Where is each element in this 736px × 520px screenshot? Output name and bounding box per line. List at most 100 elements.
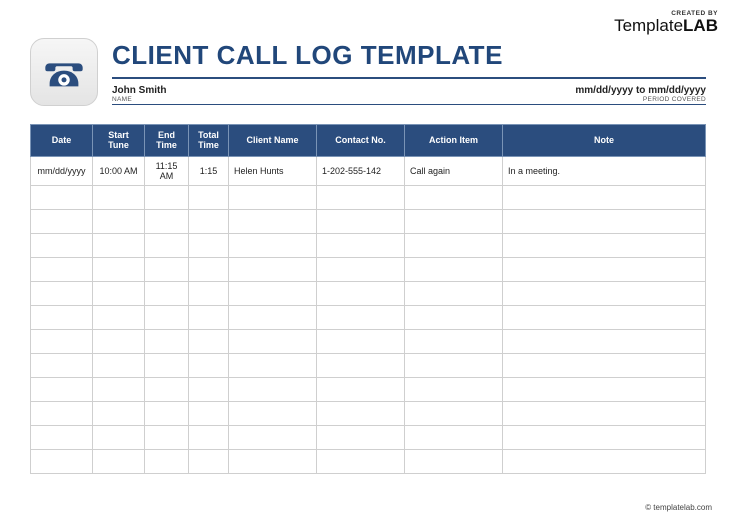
cell-note	[503, 233, 706, 257]
cell-action	[405, 377, 503, 401]
cell-action	[405, 449, 503, 473]
brand-logo: TemplateLAB	[614, 17, 718, 34]
cell-end	[145, 185, 189, 209]
meta-period-value: mm/dd/yyyy to mm/dd/yyyy	[575, 85, 706, 96]
cell-note	[503, 377, 706, 401]
cell-contact	[317, 209, 405, 233]
table-row: mm/dd/yyyy10:00 AM11:15 AM1:15Helen Hunt…	[31, 156, 706, 185]
cell-date	[31, 377, 93, 401]
cell-client	[229, 257, 317, 281]
phone-icon	[30, 38, 98, 106]
cell-client	[229, 305, 317, 329]
cell-note	[503, 257, 706, 281]
cell-action	[405, 305, 503, 329]
col-action: Action Item	[405, 125, 503, 157]
cell-contact	[317, 257, 405, 281]
cell-end	[145, 449, 189, 473]
cell-date	[31, 449, 93, 473]
cell-date: mm/dd/yyyy	[31, 156, 93, 185]
cell-action	[405, 353, 503, 377]
cell-total	[189, 425, 229, 449]
cell-contact: 1-202-555-142	[317, 156, 405, 185]
col-end: EndTime	[145, 125, 189, 157]
template-page: CLIENT CALL LOG TEMPLATE John Smith NAME…	[30, 38, 706, 474]
cell-contact	[317, 281, 405, 305]
cell-start	[93, 233, 145, 257]
cell-action	[405, 185, 503, 209]
table-header-row: Date StartTune EndTime TotalTime Client …	[31, 125, 706, 157]
cell-client: Helen Hunts	[229, 156, 317, 185]
cell-contact	[317, 185, 405, 209]
cell-contact	[317, 353, 405, 377]
cell-client	[229, 425, 317, 449]
cell-end	[145, 233, 189, 257]
cell-start	[93, 185, 145, 209]
cell-total	[189, 209, 229, 233]
cell-total	[189, 329, 229, 353]
table-row	[31, 329, 706, 353]
cell-start	[93, 305, 145, 329]
footer-copyright: © templatelab.com	[645, 503, 712, 512]
cell-start	[93, 209, 145, 233]
cell-start	[93, 353, 145, 377]
table-row	[31, 281, 706, 305]
cell-contact	[317, 401, 405, 425]
cell-client	[229, 233, 317, 257]
cell-date	[31, 209, 93, 233]
table-row	[31, 305, 706, 329]
cell-date	[31, 257, 93, 281]
cell-total	[189, 449, 229, 473]
cell-date	[31, 353, 93, 377]
cell-contact	[317, 329, 405, 353]
cell-client	[229, 449, 317, 473]
cell-date	[31, 425, 93, 449]
cell-total	[189, 353, 229, 377]
cell-date	[31, 233, 93, 257]
page-title: CLIENT CALL LOG TEMPLATE	[112, 40, 706, 79]
cell-end: 11:15 AM	[145, 156, 189, 185]
cell-client	[229, 185, 317, 209]
cell-end	[145, 257, 189, 281]
call-log-table: Date StartTune EndTime TotalTime Client …	[30, 124, 706, 474]
table-row	[31, 401, 706, 425]
cell-contact	[317, 425, 405, 449]
meta-name: John Smith NAME	[112, 85, 166, 103]
table-row	[31, 209, 706, 233]
table-row	[31, 185, 706, 209]
cell-note	[503, 353, 706, 377]
meta-name-value: John Smith	[112, 85, 166, 96]
cell-total	[189, 401, 229, 425]
cell-end	[145, 401, 189, 425]
title-block: CLIENT CALL LOG TEMPLATE John Smith NAME…	[112, 38, 706, 105]
table-row	[31, 449, 706, 473]
cell-client	[229, 353, 317, 377]
cell-total	[189, 305, 229, 329]
cell-action	[405, 257, 503, 281]
cell-note	[503, 209, 706, 233]
meta-row: John Smith NAME mm/dd/yyyy to mm/dd/yyyy…	[112, 85, 706, 105]
cell-total	[189, 233, 229, 257]
cell-action	[405, 281, 503, 305]
cell-date	[31, 185, 93, 209]
cell-start	[93, 377, 145, 401]
col-note: Note	[503, 125, 706, 157]
cell-note	[503, 401, 706, 425]
col-client: Client Name	[229, 125, 317, 157]
cell-note	[503, 185, 706, 209]
cell-end	[145, 209, 189, 233]
cell-end	[145, 425, 189, 449]
cell-date	[31, 305, 93, 329]
cell-end	[145, 305, 189, 329]
cell-total	[189, 185, 229, 209]
cell-date	[31, 401, 93, 425]
table-row	[31, 377, 706, 401]
cell-note	[503, 329, 706, 353]
cell-total	[189, 281, 229, 305]
cell-start	[93, 329, 145, 353]
cell-contact	[317, 449, 405, 473]
cell-client	[229, 401, 317, 425]
col-start: StartTune	[93, 125, 145, 157]
col-contact: Contact No.	[317, 125, 405, 157]
cell-action	[405, 329, 503, 353]
cell-action	[405, 401, 503, 425]
